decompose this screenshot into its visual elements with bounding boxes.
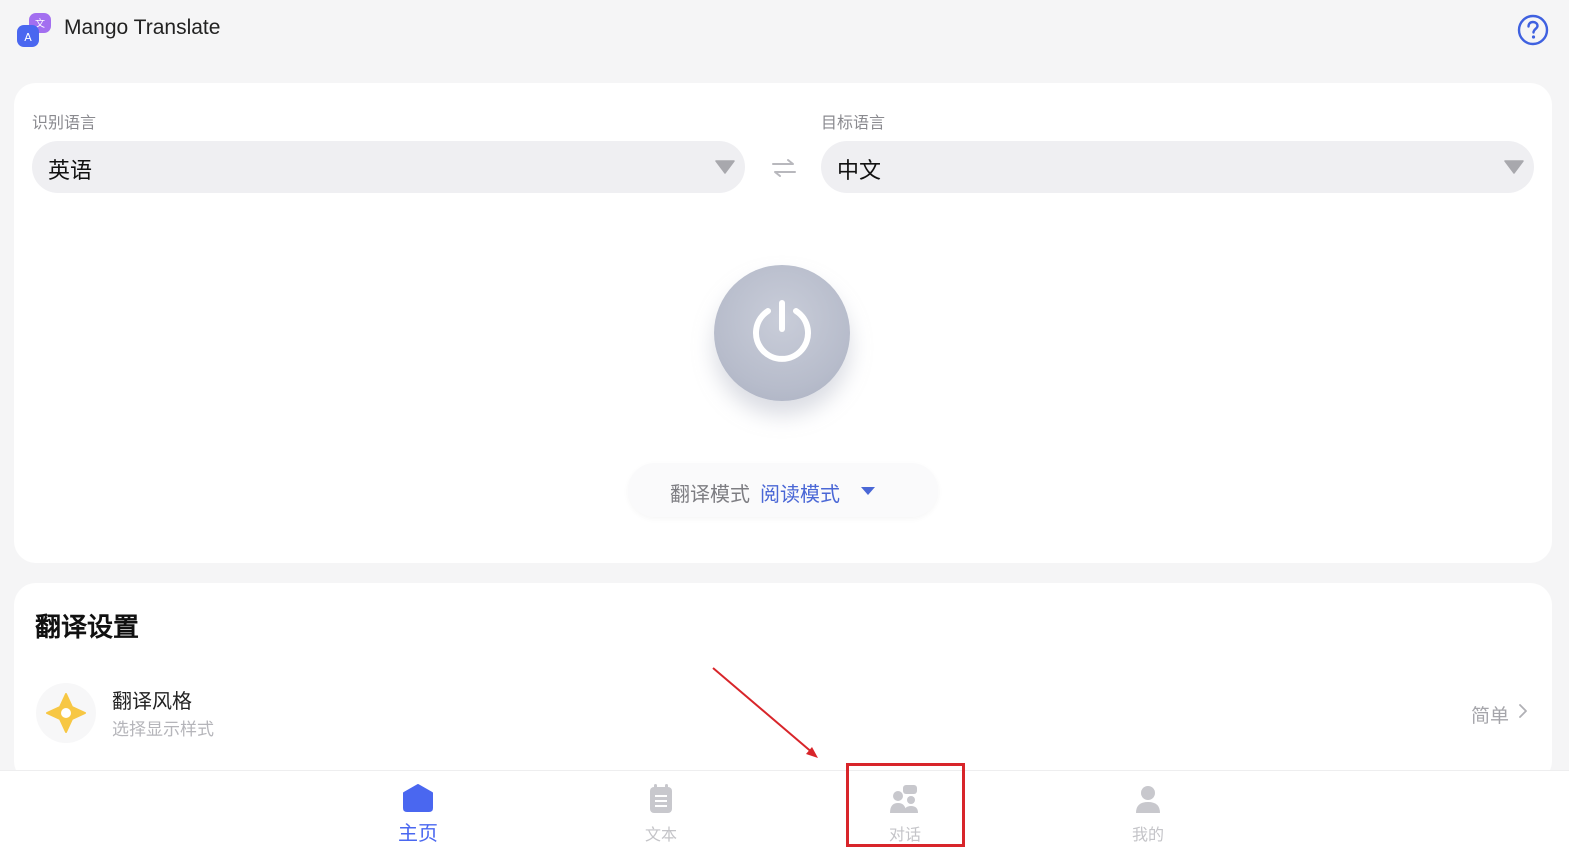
app-title: Mango Translate bbox=[64, 16, 221, 39]
swap-languages-icon[interactable] bbox=[771, 158, 797, 178]
dropdown-arrow-icon bbox=[1504, 160, 1524, 174]
help-icon[interactable] bbox=[1517, 14, 1549, 46]
style-icon-container bbox=[36, 683, 96, 743]
annotation-arrow-icon bbox=[712, 667, 818, 758]
target-language-label: 目标语言 bbox=[821, 113, 886, 132]
home-icon bbox=[403, 784, 433, 812]
nav-label-home: 主页 bbox=[398, 821, 438, 845]
caret-down-icon bbox=[861, 487, 875, 495]
source-language-value: 英语 bbox=[48, 159, 93, 184]
translation-mode-label: 翻译模式 bbox=[670, 482, 750, 506]
app-root: 文 A Mango Translate 识别语言 英语 目标语言 中文 翻译模式… bbox=[0, 0, 1569, 848]
power-icon bbox=[753, 300, 811, 362]
power-button[interactable] bbox=[714, 265, 850, 401]
translation-mode-selector[interactable]: 翻译模式 阅读模式 bbox=[628, 463, 938, 517]
document-icon bbox=[650, 784, 672, 813]
nav-item-text[interactable]: 文本 bbox=[601, 771, 721, 848]
style-current-value: 简单 bbox=[1471, 705, 1510, 727]
profile-icon bbox=[1136, 786, 1160, 813]
target-language-select[interactable]: 中文 bbox=[821, 141, 1534, 193]
annotation-highlight-box bbox=[846, 763, 965, 847]
chevron-right-icon bbox=[1519, 704, 1527, 718]
translation-mode-value: 阅读模式 bbox=[760, 482, 840, 506]
target-language-value: 中文 bbox=[837, 159, 882, 184]
style-description: 选择显示样式 bbox=[112, 720, 214, 740]
style-sparkle-icon bbox=[46, 693, 86, 733]
style-name: 翻译风格 bbox=[112, 689, 192, 713]
app-header: 文 A Mango Translate bbox=[0, 0, 1569, 62]
settings-title: 翻译设置 bbox=[35, 613, 140, 643]
source-language-label: 识别语言 bbox=[32, 113, 97, 132]
nav-item-profile[interactable]: 我的 bbox=[1088, 771, 1208, 848]
nav-label-profile: 我的 bbox=[1131, 825, 1164, 844]
dropdown-arrow-icon bbox=[715, 160, 735, 174]
bottom-navigation: 主页 文本 对话 我的 bbox=[0, 770, 1569, 848]
source-language-select[interactable]: 英语 bbox=[32, 141, 745, 193]
nav-item-home[interactable]: 主页 bbox=[358, 771, 478, 848]
translate-logo-icon: 文 A bbox=[17, 13, 51, 47]
svg-text:A: A bbox=[24, 31, 32, 44]
language-card: 识别语言 英语 目标语言 中文 翻译模式 阅读模式 bbox=[14, 83, 1552, 563]
nav-label-text: 文本 bbox=[644, 825, 677, 844]
